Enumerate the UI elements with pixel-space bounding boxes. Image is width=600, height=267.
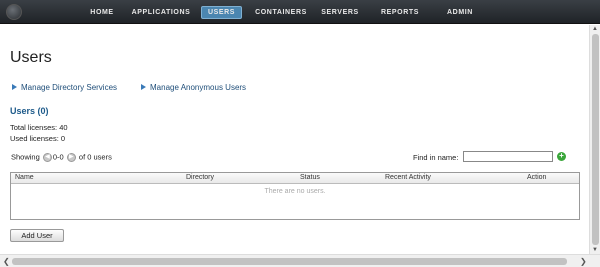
- column-directory[interactable]: Directory: [186, 174, 214, 181]
- triangle-right-icon: [141, 84, 146, 90]
- column-name[interactable]: Name: [15, 174, 34, 181]
- horizontal-scroll-thumb[interactable]: [12, 258, 567, 265]
- main-content: Users Manage Directory Services Manage A…: [0, 25, 589, 254]
- horizontal-scrollbar[interactable]: ❮ ❯: [0, 254, 600, 267]
- page-title: Users: [10, 49, 52, 66]
- add-user-button[interactable]: Add User: [10, 229, 64, 242]
- nav-containers[interactable]: CONTAINERS: [253, 6, 309, 19]
- scroll-right-icon[interactable]: ❯: [580, 257, 587, 266]
- nav-servers[interactable]: SERVERS: [319, 6, 361, 19]
- total-licenses: Total licenses: 40: [10, 123, 68, 132]
- column-action: Action: [527, 174, 547, 181]
- find-in-name-label: Find in name:: [413, 153, 459, 162]
- empty-table-message: There are no users.: [264, 188, 326, 195]
- logo-icon[interactable]: [6, 4, 22, 20]
- table-header: Name Directory Status Recent Activity Ac…: [11, 173, 579, 184]
- scroll-down-icon[interactable]: ▼: [592, 247, 598, 253]
- manage-anonymous-users-link[interactable]: Manage Anonymous Users: [141, 83, 246, 92]
- arrow-right-icon[interactable]: ▶: [66, 152, 76, 162]
- nav-admin[interactable]: ADMIN: [445, 6, 475, 19]
- column-status[interactable]: Status: [300, 174, 320, 181]
- pager-showing-label: Showing: [11, 152, 40, 162]
- manage-directory-services-label[interactable]: Manage Directory Services: [21, 83, 117, 92]
- manage-anonymous-users-label[interactable]: Manage Anonymous Users: [150, 83, 246, 92]
- vertical-scrollbar[interactable]: ▲ ▼: [589, 25, 600, 254]
- nav-reports[interactable]: REPORTS: [379, 6, 421, 19]
- vertical-scroll-thumb[interactable]: [592, 34, 599, 245]
- nav-users[interactable]: USERS: [201, 6, 242, 19]
- plus-circle-icon[interactable]: +: [557, 152, 566, 161]
- find-in-name-input[interactable]: [463, 151, 553, 162]
- column-recent-activity[interactable]: Recent Activity: [385, 174, 431, 181]
- pager-range: 0-0: [52, 152, 64, 162]
- used-licenses: Used licenses: 0: [10, 134, 66, 143]
- scroll-left-icon[interactable]: ❮: [3, 257, 10, 266]
- pager-total: of 0 users: [78, 152, 112, 162]
- top-navigation-bar: HOME APPLICATIONS USERS CONTAINERS SERVE…: [0, 0, 600, 24]
- users-table: Name Directory Status Recent Activity Ac…: [10, 172, 580, 220]
- nav-home[interactable]: HOME: [84, 6, 120, 19]
- manage-directory-services-link[interactable]: Manage Directory Services: [12, 83, 117, 92]
- pager: Showing ◀ 0-0 ▶ of 0 users: [11, 152, 112, 162]
- scroll-up-icon[interactable]: ▲: [592, 26, 598, 32]
- triangle-right-icon: [12, 84, 17, 90]
- arrow-left-icon[interactable]: ◀: [42, 152, 52, 162]
- users-count-heading: Users (0): [10, 106, 49, 116]
- nav-applications[interactable]: APPLICATIONS: [131, 6, 191, 19]
